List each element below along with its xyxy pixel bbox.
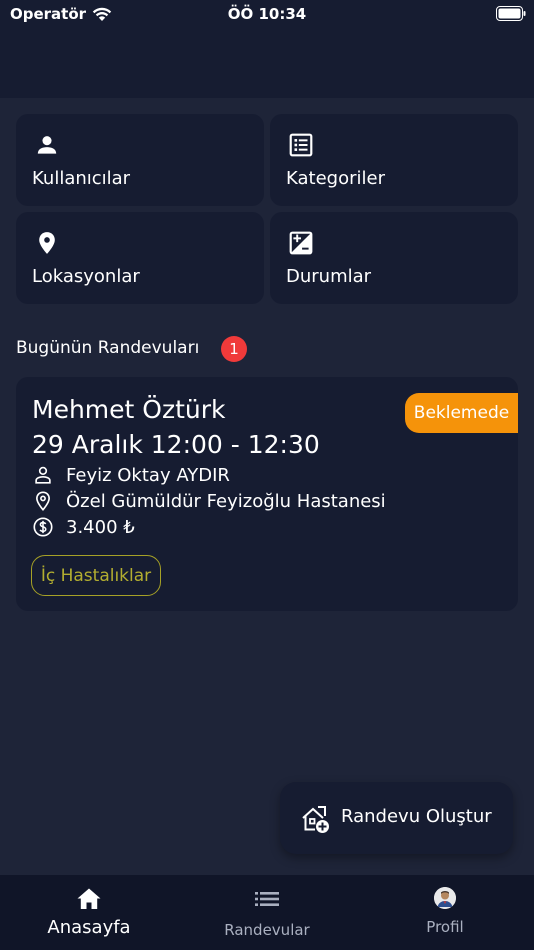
tile-categories-label: Kategoriler xyxy=(286,168,385,189)
tile-users-label: Kullanıcılar xyxy=(32,168,131,189)
status-bar: Operatör ÖÖ 10:34 xyxy=(0,0,534,28)
app-header xyxy=(0,28,534,98)
battery-icon xyxy=(496,6,526,21)
appointment-time: 29 Aralık 12:00 - 12:30 xyxy=(32,430,320,459)
person-icon xyxy=(37,136,57,154)
status-time: ÖÖ 10:34 xyxy=(227,5,307,23)
avatar xyxy=(434,887,456,909)
patient-name: Mehmet Öztürk xyxy=(32,395,226,424)
add-home-icon xyxy=(302,806,329,833)
tab-appointments-label: Randevular xyxy=(224,921,310,939)
tile-statuses[interactable]: Durumlar xyxy=(270,212,518,304)
avatar-person-icon xyxy=(434,887,456,909)
status-badge: Beklemede xyxy=(405,393,518,433)
location-outline-icon xyxy=(36,491,50,511)
tile-users[interactable]: Kullanıcılar xyxy=(16,114,264,206)
today-appointments-title: Bugünün Randevuları xyxy=(16,338,200,358)
list-bullets-icon xyxy=(255,892,279,906)
create-appointment-label: Randevu Oluştur xyxy=(341,806,492,827)
tile-locations-label: Lokasyonlar xyxy=(32,266,140,287)
tab-home-label: Anasayfa xyxy=(47,917,131,938)
doctor-row: Feyiz Oktay AYDIR xyxy=(32,463,230,487)
create-appointment-button[interactable]: Randevu Oluştur xyxy=(280,782,513,854)
hospital-row: Özel Gümüldür Feyizoğlu Hastanesi xyxy=(32,489,386,513)
doctor-name: Feyiz Oktay AYDIR xyxy=(66,464,230,486)
tab-profile[interactable]: Profil xyxy=(356,875,534,950)
tile-locations[interactable]: Lokasyonlar xyxy=(16,212,264,304)
list-icon xyxy=(289,133,313,157)
tile-categories[interactable]: Kategoriler xyxy=(270,114,518,206)
home-icon xyxy=(77,888,101,909)
exposure-icon xyxy=(289,231,313,255)
appointment-count-badge: 1 xyxy=(221,336,247,362)
category-chip[interactable]: İç Hastalıklar xyxy=(31,555,161,596)
location-pin-icon xyxy=(39,232,55,254)
tile-statuses-label: Durumlar xyxy=(286,266,372,287)
tab-profile-label: Profil xyxy=(426,918,464,936)
price-value: 3.400 ₺ xyxy=(66,516,135,538)
price-row: 3.400 ₺ xyxy=(32,515,135,539)
doctor-person-icon xyxy=(35,466,51,484)
tab-appointments[interactable]: Randevular xyxy=(178,875,356,950)
tab-home[interactable]: Anasayfa xyxy=(0,875,178,950)
dollar-circle-icon xyxy=(33,517,53,537)
bottom-tab-bar: Anasayfa Randevular Profil xyxy=(0,875,534,950)
hospital-name: Özel Gümüldür Feyizoğlu Hastanesi xyxy=(66,490,386,512)
appointment-card[interactable]: Mehmet Öztürk 29 Aralık 12:00 - 12:30 Be… xyxy=(16,377,518,611)
